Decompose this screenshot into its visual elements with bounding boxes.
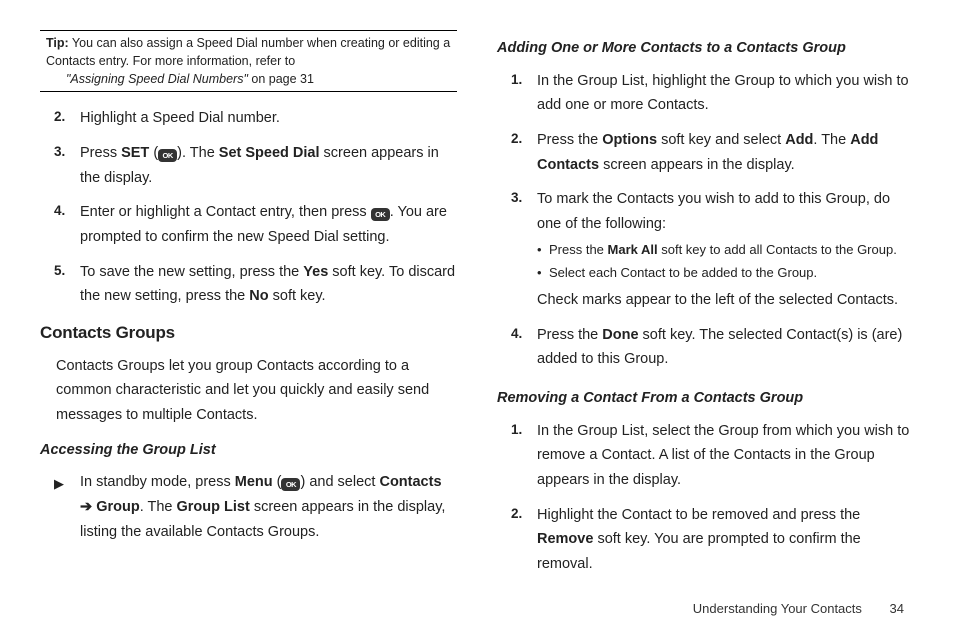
step-text-part: To save the new setting, press the	[80, 264, 303, 280]
step-lead: To mark the Contacts you wish to add to …	[537, 191, 890, 232]
tip-ref: "Assigning Speed Dial Numbers"	[66, 72, 248, 86]
bold-contacts: Contacts	[379, 474, 441, 490]
step-number: 1.	[511, 419, 522, 442]
bullet-mark-all: Press the Mark All soft key to add all C…	[537, 240, 914, 261]
step-number: 3.	[511, 187, 522, 210]
step-4: 4. Enter or highlight a Contact entry, t…	[80, 200, 457, 249]
arrow-icon: ➔	[80, 499, 96, 515]
step-3: 3. Press SET (OK). The Set Speed Dial sc…	[80, 141, 457, 190]
adding-contacts-heading: Adding One or More Contacts to a Contact…	[497, 36, 914, 61]
text-part: Highlight the Contact to be removed and …	[537, 507, 860, 523]
bold-no: No	[249, 288, 268, 304]
add-step-2: 2. Press the Options soft key and select…	[537, 128, 914, 177]
triangle-bullet-icon: ▶	[54, 473, 64, 495]
text-part: screen appears in the display.	[599, 157, 795, 173]
add-step-1: 1. In the Group List, highlight the Grou…	[537, 69, 914, 118]
ok-icon: OK	[371, 208, 390, 221]
text-part: Press the	[537, 132, 602, 148]
tip-box: Tip: You can also assign a Speed Dial nu…	[40, 30, 457, 92]
step-number: 5.	[54, 260, 65, 283]
text-part: In standby mode, press	[80, 474, 235, 490]
bold-set-speed-dial: Set Speed Dial	[219, 145, 320, 161]
bold-group: Group	[96, 499, 140, 515]
text-part: ) and select	[300, 474, 379, 490]
step-number: 2.	[511, 128, 522, 151]
page-footer: Understanding Your Contacts 34	[693, 601, 904, 616]
removing-steps: 1. In the Group List, select the Group f…	[497, 419, 914, 577]
tip-label: Tip:	[46, 36, 69, 50]
step-text: In the Group List, select the Group from…	[537, 423, 909, 488]
ok-icon: OK	[158, 149, 177, 162]
text-part: Press the	[537, 327, 602, 343]
add-step-3: 3. To mark the Contacts you wish to add …	[537, 187, 914, 313]
bullet-select-each: Select each Contact to be added to the G…	[537, 263, 914, 284]
step-number: 1.	[511, 69, 522, 92]
bold-add: Add	[785, 132, 813, 148]
sub-bullets: Press the Mark All soft key to add all C…	[537, 240, 914, 284]
accessing-group-list-heading: Accessing the Group List	[40, 438, 457, 463]
step-text: Highlight a Speed Dial number.	[80, 110, 280, 126]
text-part: soft key and select	[657, 132, 785, 148]
step-text: In the Group List, highlight the Group t…	[537, 73, 909, 114]
step-number: 2.	[511, 503, 522, 526]
step-number: 2.	[54, 106, 65, 129]
step-number: 4.	[54, 200, 65, 223]
bold-set: SET	[121, 145, 149, 161]
bold-remove: Remove	[537, 531, 593, 547]
bold-group-list: Group List	[177, 499, 250, 515]
tip-text-2: on page 31	[248, 72, 314, 86]
footer-title: Understanding Your Contacts	[693, 601, 862, 616]
step-2: 2. Highlight a Speed Dial number.	[80, 106, 457, 131]
add-step-4: 4. Press the Done soft key. The selected…	[537, 323, 914, 372]
removing-contact-heading: Removing a Contact From a Contacts Group	[497, 386, 914, 411]
checkmarks-text: Check marks appear to the left of the se…	[537, 288, 914, 313]
page-number: 34	[890, 601, 904, 616]
bold-done: Done	[602, 327, 638, 343]
bold-yes: Yes	[303, 264, 328, 280]
left-column: Tip: You can also assign a Speed Dial nu…	[40, 30, 457, 576]
step-text-part: Press	[80, 145, 121, 161]
adding-steps: 1. In the Group List, highlight the Grou…	[497, 69, 914, 372]
bold-mark-all: Mark All	[608, 242, 658, 257]
step-number: 4.	[511, 323, 522, 346]
text-part: . The	[813, 132, 850, 148]
remove-step-1: 1. In the Group List, select the Group f…	[537, 419, 914, 493]
step-5: 5. To save the new setting, press the Ye…	[80, 260, 457, 309]
tip-text-1: You can also assign a Speed Dial number …	[46, 36, 450, 68]
contacts-groups-paragraph: Contacts Groups let you group Contacts a…	[56, 354, 457, 428]
bold-options: Options	[602, 132, 657, 148]
step-text-part: Enter or highlight a Contact entry, then…	[80, 204, 371, 220]
speed-dial-steps: 2. Highlight a Speed Dial number. 3. Pre…	[40, 106, 457, 308]
step-number: 3.	[54, 141, 65, 164]
step-text-part: ). The	[177, 145, 219, 161]
text-part: . The	[140, 499, 177, 515]
remove-step-2: 2. Highlight the Contact to be removed a…	[537, 503, 914, 577]
ok-icon: OK	[281, 478, 300, 491]
text-part: (	[273, 474, 282, 490]
right-column: Adding One or More Contacts to a Contact…	[497, 30, 914, 576]
step-text-part: soft key.	[269, 288, 326, 304]
contacts-groups-heading: Contacts Groups	[40, 319, 457, 348]
step-text-part: (	[149, 145, 158, 161]
access-group-list-step: ▶ In standby mode, press Menu (OK) and s…	[40, 470, 457, 544]
bold-menu: Menu	[235, 474, 273, 490]
